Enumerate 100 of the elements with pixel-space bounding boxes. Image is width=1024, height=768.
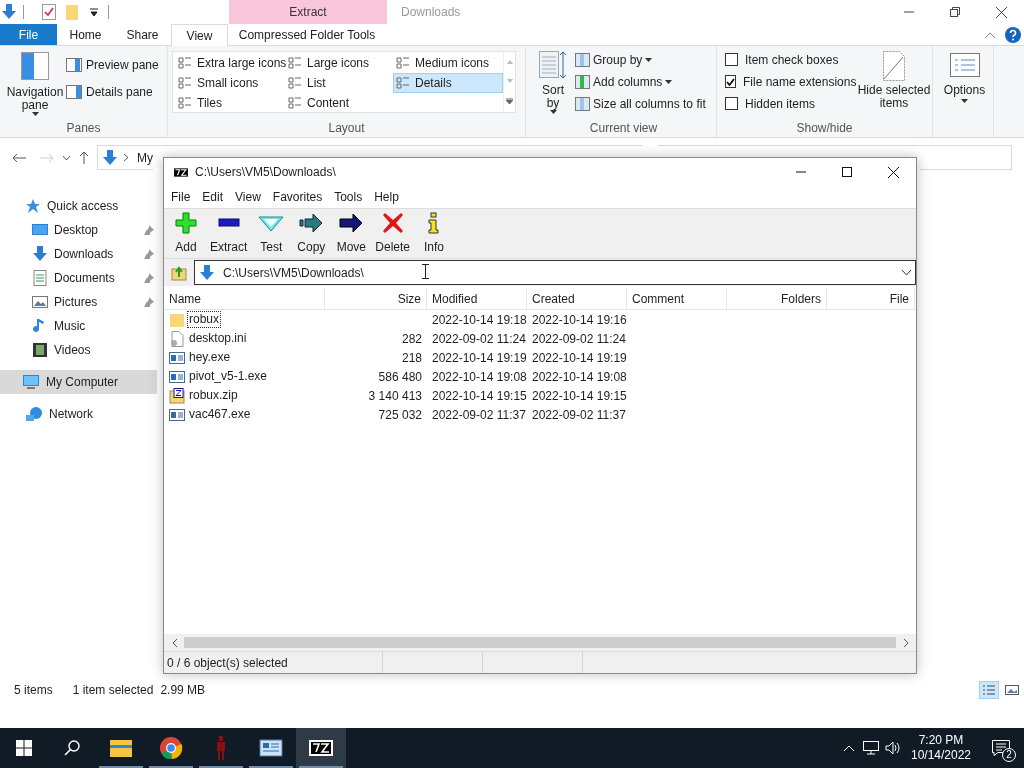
up-button[interactable] — [77, 151, 91, 164]
file-name[interactable]: hey.exe — [187, 349, 233, 366]
program-icon — [169, 349, 185, 366]
status-text: 0 / 6 object(s) selected — [167, 654, 288, 672]
file-name[interactable]: vac467.exe — [187, 406, 253, 423]
toolbar-button[interactable]: Copy — [291, 209, 332, 258]
details-view-icon — [983, 685, 995, 695]
nav-item[interactable]: Desktop — [0, 218, 157, 242]
path-field[interactable]: C:\Users\VM5\Downloads\ — [194, 260, 916, 285]
table-cell: 2022-10-14 19:15 — [432, 388, 527, 403]
nav-item[interactable]: Documents — [0, 266, 157, 290]
toolbar-button[interactable]: Info — [414, 209, 455, 258]
file-name[interactable]: robux — [187, 311, 222, 328]
checkbox[interactable] — [725, 53, 738, 66]
search-field[interactable] — [920, 146, 1012, 170]
ribbon-tab[interactable]: File — [0, 24, 57, 45]
star-icon — [25, 198, 41, 214]
nav-item[interactable]: Downloads — [0, 242, 157, 266]
film-icon — [32, 342, 48, 358]
network-tray-button[interactable] — [860, 741, 882, 755]
caret-icon — [665, 79, 673, 84]
layout-option[interactable]: Tiles — [175, 93, 285, 113]
ribbon-tab[interactable]: View — [171, 24, 228, 46]
nav-item[interactable]: My Computer — [0, 370, 157, 394]
menu-item[interactable]: Edit — [196, 186, 230, 208]
close-icon — [995, 6, 1007, 18]
view-command[interactable]: Size all columns to fit — [575, 95, 706, 112]
taskbar-app[interactable] — [296, 728, 346, 768]
table-cell: 725 032 — [378, 407, 422, 422]
horizontal-scrollbar[interactable] — [164, 634, 916, 651]
recent-locations-button[interactable] — [61, 155, 71, 160]
back-button[interactable] — [11, 152, 27, 163]
options-icon — [949, 53, 980, 77]
pane-button[interactable]: Details pane — [66, 83, 159, 101]
column-header[interactable]: Comment — [627, 288, 727, 309]
column-header[interactable]: Created — [527, 288, 627, 309]
up-folder-icon — [171, 264, 187, 281]
menu-item[interactable]: View — [229, 186, 267, 208]
notifications-button[interactable]: 2 — [978, 728, 1024, 768]
toolbar-button[interactable]: Extract — [206, 209, 252, 258]
column-header[interactable]: Size — [325, 288, 427, 309]
column-header[interactable]: Folders — [727, 288, 827, 309]
file-name[interactable]: desktop.ini — [187, 330, 249, 347]
pin-icon — [144, 297, 154, 307]
info-icon — [427, 211, 442, 234]
layout-option[interactable]: Medium icons — [393, 53, 503, 73]
menu-item[interactable]: File — [165, 186, 197, 208]
options-button[interactable]: Options — [936, 46, 993, 103]
toolbar-button[interactable]: Add — [166, 209, 206, 258]
nav-item[interactable]: Videos — [0, 338, 157, 362]
menu-item[interactable]: Help — [368, 186, 405, 208]
right-arrow-icon — [339, 211, 364, 234]
view-command[interactable]: Add columns — [575, 73, 706, 90]
nav-item[interactable]: Quick access — [0, 194, 157, 218]
layout-option[interactable]: Small icons — [175, 73, 285, 93]
layout-option[interactable]: Content — [285, 93, 393, 113]
zip-archive-icon — [169, 387, 185, 404]
sort-by-button[interactable]: Sort by — [537, 51, 569, 119]
column-header[interactable]: File — [827, 288, 915, 309]
toolbar-button[interactable]: Move — [331, 209, 372, 258]
layout-option[interactable]: Large icons — [285, 53, 393, 73]
hide-selected-button[interactable]: Hide selected items — [856, 51, 932, 119]
clock[interactable]: 7:20 PM 10/14/2022 — [904, 733, 978, 763]
network-icon — [863, 741, 879, 755]
table-cell: 2022-10-14 19:16 — [532, 312, 627, 327]
layout-option[interactable]: List — [285, 73, 393, 93]
menu-item[interactable]: Tools — [328, 186, 369, 208]
navigation-pane-button[interactable]: Navigation pane — [4, 52, 66, 119]
scroll-left-icon — [171, 638, 177, 647]
group-label: Show/hide — [795, 120, 854, 137]
toolbar-button[interactable]: Test — [251, 209, 292, 258]
column-header[interactable]: Name — [164, 288, 325, 309]
menu-item[interactable]: Favorites — [266, 186, 329, 208]
nav-item[interactable]: Network — [0, 402, 157, 426]
item-count: 5 items — [14, 682, 53, 699]
view-icon — [288, 97, 302, 109]
ribbon-tab[interactable]: Share — [114, 24, 171, 45]
breadcrumb[interactable]: My — [137, 148, 153, 167]
pane-layout-icon — [21, 52, 49, 80]
sort-icon — [539, 51, 567, 81]
nav-item[interactable]: Music — [0, 314, 157, 338]
checkbox[interactable] — [725, 97, 738, 110]
file-name[interactable]: robux.zip — [187, 387, 240, 404]
nav-item[interactable]: Pictures — [0, 290, 157, 314]
view-icon — [288, 77, 302, 89]
ribbon-tab[interactable]: Home — [57, 24, 114, 45]
table-cell: 2022-10-14 19:15 — [532, 388, 627, 403]
view-command[interactable]: Group by — [575, 51, 706, 68]
column-header[interactable]: Modified — [427, 288, 527, 309]
settings-file-icon — [169, 330, 185, 347]
file-name[interactable]: pivot_v5-1.exe — [187, 368, 270, 385]
toolbar-button[interactable]: Delete — [371, 209, 415, 258]
forward-arrow-icon — [40, 152, 54, 163]
pane-button[interactable]: Preview pane — [66, 56, 159, 74]
layout-option[interactable]: Details — [393, 73, 503, 93]
pin-icon — [144, 273, 154, 283]
chevron-down-icon — [902, 270, 911, 275]
layout-option[interactable]: Extra large icons — [175, 53, 285, 73]
address-bar[interactable]: My — [97, 146, 153, 170]
ribbon-tab[interactable]: Compressed Folder Tools — [228, 24, 386, 45]
